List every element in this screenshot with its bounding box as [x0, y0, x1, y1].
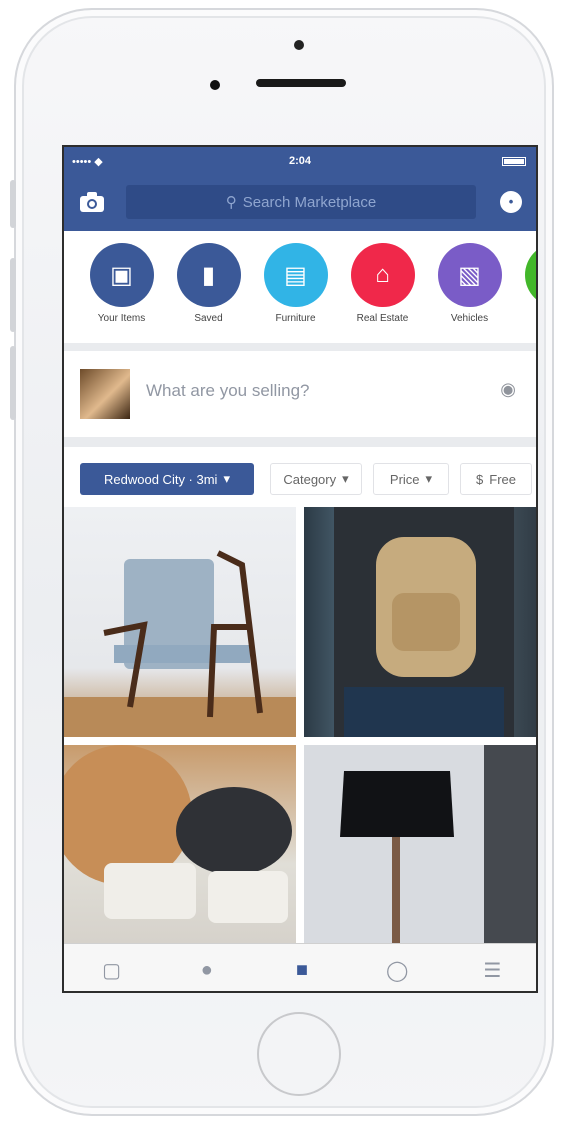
sell-composer[interactable]: What are you selling? ◉ — [64, 351, 536, 447]
shortcut-saved[interactable]: ▮ Saved — [165, 231, 252, 343]
shortcut-label: Your Items — [97, 313, 146, 324]
listing-tile[interactable] — [304, 745, 536, 943]
status-time: 2:04 — [288, 155, 312, 167]
location-filter[interactable]: Redwood City · 3mi ▾ — [80, 463, 254, 495]
shortcut-label: Saved — [194, 313, 223, 324]
filter-bar: Redwood City · 3mi ▾ Category ▾ Price ▾ … — [64, 447, 536, 511]
location-label: Redwood City · 3mi — [104, 471, 218, 487]
lamp-image — [304, 745, 536, 943]
more-category-icon — [524, 243, 536, 307]
battery-icon — [502, 157, 526, 166]
nav-bar: ⚲ Search Marketplace • — [64, 175, 536, 231]
volume-up-button — [10, 258, 16, 332]
category-shortcuts: ▣ Your Items ▮ Saved ▤ Furniture ⌂ Real … — [64, 231, 536, 351]
chevron-down-icon: ▾ — [223, 471, 230, 486]
chevron-down-icon: ▾ — [342, 471, 349, 486]
free-label: Free — [489, 471, 516, 487]
box-icon: ▣ — [89, 243, 154, 307]
search-icon: ⚲ — [225, 194, 237, 211]
messenger-icon[interactable]: • — [500, 191, 522, 213]
shortcut-vehicles[interactable]: ▧ Vehicles — [426, 231, 513, 343]
news-feed-icon[interactable]: ▢ — [92, 950, 132, 990]
proximity-sensor — [210, 80, 220, 90]
shortcut-your-items[interactable]: ▣ Your Items — [78, 231, 165, 343]
car-icon: ▧ — [437, 243, 502, 307]
shortcut-label: Real Estate — [356, 313, 409, 324]
listing-grid — [64, 507, 536, 943]
dollar-icon: $ — [476, 471, 484, 487]
category-label: Category — [283, 471, 337, 487]
listing-tile[interactable] — [304, 507, 536, 737]
bottom-tab-bar: ▢ ● ■ ◯ ☰ — [64, 943, 536, 991]
house-icon: ⌂ — [350, 243, 415, 307]
chevron-down-icon: ▾ — [425, 471, 433, 486]
shortcut-real-estate[interactable]: ⌂ Real Estate — [339, 231, 426, 343]
search-placeholder: Search Marketplace — [242, 193, 377, 211]
shortcut-furniture[interactable]: ▤ Furniture — [252, 231, 339, 343]
status-bar: ••••• ◆ 2:04 — [64, 147, 536, 175]
video-icon[interactable]: ● — [187, 950, 227, 990]
free-filter[interactable]: $ Free — [460, 463, 532, 495]
listing-tile[interactable] — [64, 745, 296, 943]
mute-switch — [10, 180, 16, 228]
price-label: Price — [389, 471, 420, 487]
chair-image — [64, 550, 296, 737]
shortcut-more[interactable] — [513, 231, 536, 343]
shortcut-label: Furniture — [275, 313, 316, 324]
front-camera — [294, 40, 304, 50]
pots-image — [64, 745, 292, 923]
camera-icon[interactable] — [78, 191, 106, 215]
marketplace-icon[interactable]: ■ — [282, 950, 322, 990]
listing-tile[interactable] — [64, 507, 296, 737]
earpiece-speaker — [256, 79, 346, 87]
globe-icon[interactable]: ◯ — [377, 950, 417, 990]
bookmark-icon: ▮ — [176, 243, 241, 307]
search-input[interactable]: ⚲ Search Marketplace — [126, 185, 476, 219]
price-filter[interactable]: Price ▾ — [373, 463, 449, 495]
category-filter[interactable]: Category ▾ — [270, 463, 362, 495]
app-screen: ••••• ◆ 2:04 ⚲ Search Marketplace • ▣ Yo… — [62, 145, 538, 993]
camera-icon-svg — [80, 192, 104, 212]
avatar — [80, 369, 130, 419]
home-button[interactable] — [257, 1012, 341, 1096]
menu-icon[interactable]: ☰ — [472, 950, 512, 990]
camera-icon[interactable]: ◉ — [500, 379, 516, 400]
shortcut-label: Vehicles — [450, 313, 489, 324]
sofa-icon: ▤ — [263, 243, 328, 307]
backpack-image — [334, 507, 514, 737]
volume-down-button — [10, 346, 16, 420]
sell-prompt: What are you selling? — [146, 381, 310, 400]
